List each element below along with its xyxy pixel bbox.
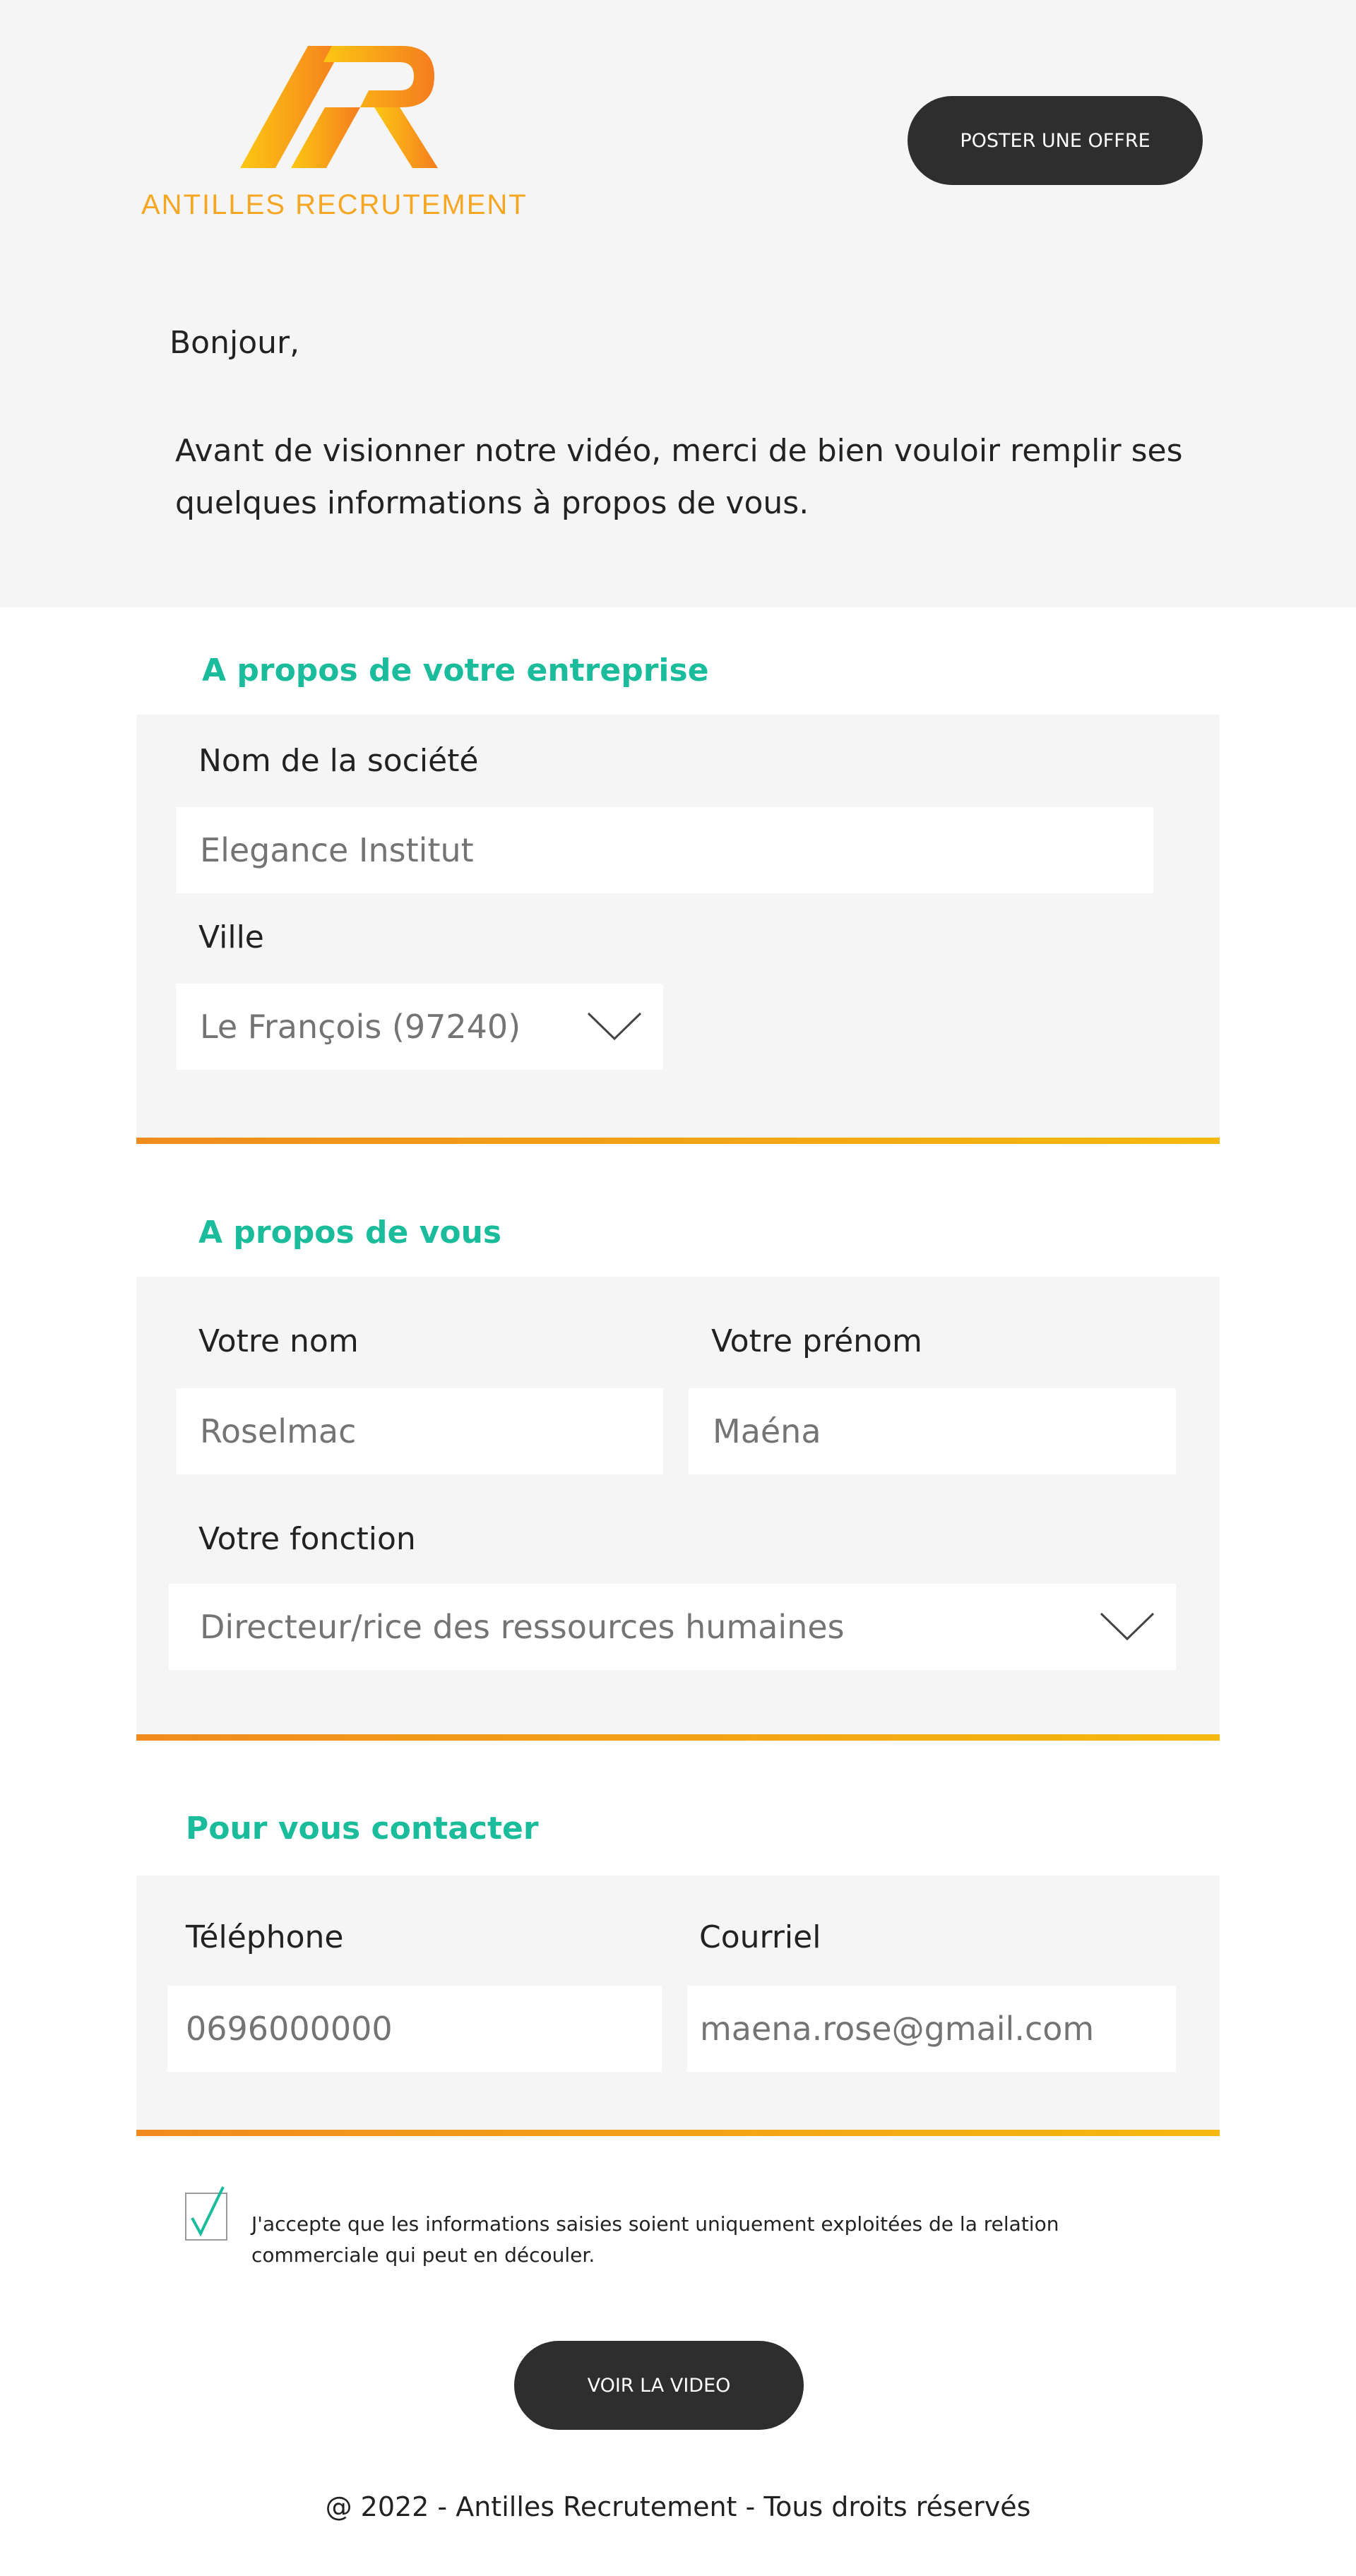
intro-text: Avant de visionner notre vidéo, merci de…	[175, 433, 1183, 521]
chevron-down-icon	[587, 1012, 642, 1041]
company-panel: Nom de la société Elegance Institut Vill…	[136, 715, 1220, 1144]
post-offer-button[interactable]: POSTER UNE OFFRE	[908, 96, 1203, 185]
brand-logo-mark-icon	[240, 46, 438, 168]
header: ANTILLES RECRUTEMENT POSTER UNE OFFRE Bo…	[0, 0, 1356, 607]
section-title-about: A propos de vous	[198, 1215, 502, 1251]
section-divider	[136, 2130, 1220, 2136]
section-divider	[136, 1734, 1220, 1741]
brand-name: ANTILLES RECRUTEMENT	[141, 189, 528, 220]
chevron-down-icon	[1100, 1612, 1155, 1641]
about-panel: Votre nom Roselmac Votre prénom Maéna Vo…	[136, 1277, 1220, 1741]
consent-checkbox[interactable]	[185, 2186, 227, 2241]
footer-copyright: @ 2022 - Antilles Recrutement - Tous dro…	[325, 2491, 1031, 2522]
section-title-company: A propos de votre entreprise	[202, 652, 709, 688]
city-select[interactable]: Le François (97240)	[176, 984, 663, 1070]
consent-text: J'accepte que les informations saisies s…	[251, 2212, 1059, 2267]
firstname-input[interactable]: Maéna	[689, 1388, 1176, 1474]
contact-panel: Téléphone 0696000000 Courriel maena.rose…	[136, 1876, 1220, 2136]
email-label: Courriel	[699, 1919, 821, 1955]
lastname-label: Votre nom	[198, 1323, 359, 1359]
city-select-value: Le François (97240)	[200, 1008, 521, 1046]
section-title-contact: Pour vous contacter	[186, 1811, 539, 1847]
brand-logo[interactable]: ANTILLES RECRUTEMENT	[141, 42, 544, 226]
city-label: Ville	[198, 919, 264, 955]
company-name-label: Nom de la société	[198, 743, 479, 779]
phone-label: Téléphone	[186, 1919, 344, 1955]
phone-input[interactable]: 0696000000	[167, 1986, 662, 2072]
lastname-input[interactable]: Roselmac	[176, 1388, 663, 1474]
greeting-text: Bonjour,	[170, 325, 300, 361]
company-name-input[interactable]: Elegance Institut	[176, 807, 1153, 893]
role-select[interactable]: Directeur/rice des ressources humaines	[169, 1584, 1176, 1670]
watch-video-button[interactable]: VOIR LA VIDEO	[514, 2341, 804, 2430]
firstname-label: Votre prénom	[711, 1323, 922, 1359]
role-label: Votre fonction	[198, 1521, 416, 1557]
checkmark-icon	[191, 2186, 225, 2237]
section-divider	[136, 1138, 1220, 1144]
email-input[interactable]: maena.rose@gmail.com	[687, 1986, 1176, 2072]
role-select-value: Directeur/rice des ressources humaines	[200, 1608, 845, 1646]
